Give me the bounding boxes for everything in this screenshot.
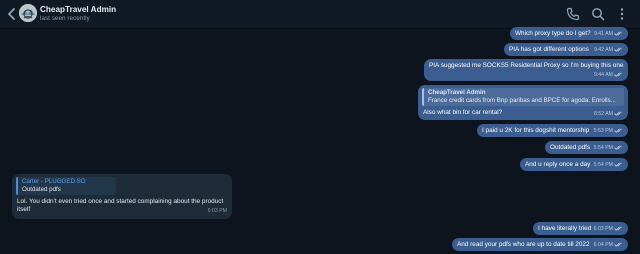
message-time: 5:54 PM bbox=[594, 144, 623, 152]
message-text: I have literally tried bbox=[538, 224, 592, 232]
message-bubble-incoming[interactable]: Carter - PLUGGED.SO Outdated pdfs Lol. Y… bbox=[12, 174, 232, 219]
reply-author: CheapTravel Admin bbox=[428, 89, 486, 96]
message-time: 6:04 PM bbox=[594, 241, 623, 249]
chat-title[interactable]: CheapTravel Admin bbox=[40, 5, 116, 14]
reply-text: Outdated pdfs bbox=[22, 186, 61, 193]
message-bubble-outgoing[interactable]: I paid u 2K for this dogshit mentorship … bbox=[477, 124, 628, 137]
message-time: 5:54 PM bbox=[594, 161, 623, 169]
back-arrow-icon[interactable] bbox=[6, 7, 18, 21]
double-check-icon bbox=[614, 111, 622, 116]
message-text: Also what bin for car rental? bbox=[423, 109, 503, 116]
reply-author: Carter - PLUGGED.SO bbox=[22, 178, 86, 185]
search-icon[interactable] bbox=[591, 7, 605, 21]
reply-quote[interactable]: CheapTravel Admin France credit cards fr… bbox=[422, 88, 624, 106]
message-text: And u reply once a day bbox=[525, 160, 591, 168]
message-text: Outdated pdfs bbox=[550, 143, 591, 151]
message-list[interactable]: Which proxy type do I get? 9:41 AM PIA h… bbox=[0, 27, 640, 254]
message-time: 8:52 AM bbox=[594, 110, 623, 118]
chat-header: CheapTravel Admin last seen recently bbox=[0, 0, 640, 29]
message-text: Lol. You didn't even tried once and star… bbox=[17, 198, 224, 205]
double-check-icon bbox=[614, 162, 622, 167]
message-time: 5:53 PM bbox=[594, 127, 623, 135]
more-vertical-icon[interactable] bbox=[615, 7, 629, 21]
telegram-chat-window: CheapTravel Admin last seen recently Whi… bbox=[0, 0, 640, 254]
double-check-icon bbox=[614, 72, 622, 77]
message-text: And read your pdfs who are up to date ti… bbox=[457, 240, 590, 248]
message-bubble-outgoing[interactable]: Outdated pdfs 5:54 PM bbox=[545, 141, 628, 154]
message-time: 9:42 AM bbox=[594, 46, 623, 54]
message-time: 6:03 PM bbox=[594, 225, 623, 233]
double-check-icon bbox=[614, 47, 622, 52]
message-text: I paid u 2K for this dogshit mentorship bbox=[482, 126, 590, 134]
message-time: 9:44 AM bbox=[594, 71, 623, 79]
message-bubble-outgoing[interactable]: PIA has got different options 9:42 AM bbox=[504, 43, 628, 56]
reply-text: France credit cards from Bnp paribas and… bbox=[428, 97, 616, 104]
double-check-icon bbox=[614, 31, 622, 36]
message-bubble-outgoing[interactable]: Which proxy type do I get? 9:41 AM bbox=[510, 27, 628, 40]
double-check-icon bbox=[614, 145, 622, 150]
message-bubble-outgoing[interactable]: I have literally tried 6:03 PM bbox=[533, 222, 628, 235]
double-check-icon bbox=[614, 128, 622, 133]
reply-quote[interactable]: Carter - PLUGGED.SO Outdated pdfs bbox=[16, 177, 116, 195]
message-text: PIA suggested me SOCKS5 Residential Prox… bbox=[429, 62, 624, 69]
message-time: 6:03 PM bbox=[207, 208, 227, 214]
double-check-icon bbox=[614, 226, 622, 231]
message-bubble-outgoing[interactable]: CheapTravel Admin France credit cards fr… bbox=[418, 85, 628, 120]
chat-status: last seen recently bbox=[40, 15, 90, 22]
phone-icon[interactable] bbox=[566, 7, 580, 21]
double-check-icon bbox=[614, 242, 622, 247]
message-text: Which proxy type do I get? bbox=[515, 29, 591, 37]
message-text-line2: itself bbox=[17, 206, 31, 213]
message-time: 9:41 AM bbox=[594, 30, 623, 38]
avatar[interactable] bbox=[19, 4, 37, 22]
message-text: PIA has got different options bbox=[509, 45, 589, 53]
message-bubble-outgoing[interactable]: And u reply once a day 5:54 PM bbox=[520, 158, 628, 171]
message-bubble-outgoing[interactable]: PIA suggested me SOCKS5 Residential Prox… bbox=[424, 59, 628, 81]
message-bubble-outgoing[interactable]: And read your pdfs who are up to date ti… bbox=[452, 238, 628, 251]
